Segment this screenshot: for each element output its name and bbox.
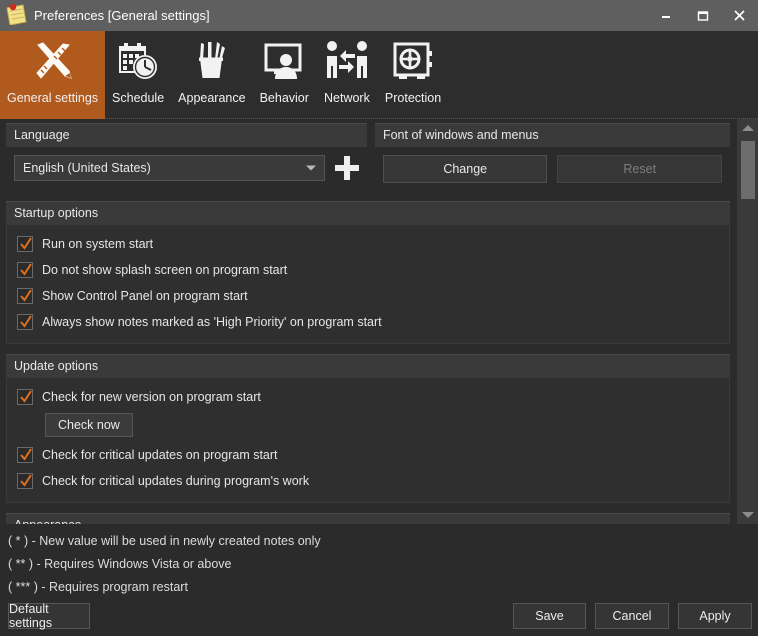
save-button[interactable]: Save bbox=[513, 603, 586, 629]
appearance-section: Appearance Hide notes to tollbar bbox=[0, 513, 736, 524]
language-group: Language English (United States) bbox=[6, 123, 367, 191]
checkbox-label: Check for critical updates on program st… bbox=[42, 448, 278, 462]
tab-label: Network bbox=[324, 91, 370, 105]
tab-label: Protection bbox=[384, 91, 442, 105]
update-options-section: Update options Check for new version on … bbox=[0, 354, 736, 503]
safe-icon bbox=[393, 42, 433, 79]
check-icon bbox=[20, 448, 32, 461]
checkbox-icon bbox=[17, 447, 33, 463]
checkbox-label: Check for new version on program start bbox=[42, 390, 261, 404]
checkbox-no-splash-screen[interactable]: Do not show splash screen on program sta… bbox=[17, 257, 719, 283]
close-button[interactable] bbox=[721, 0, 758, 31]
update-group-body: Check for new version on program start C… bbox=[6, 378, 730, 503]
startup-group-body: Run on system start Do not show splash s… bbox=[6, 225, 730, 344]
scroll-down-button[interactable] bbox=[737, 506, 758, 524]
checkbox-run-on-system-start[interactable]: Run on system start bbox=[17, 231, 719, 257]
update-group-title: Update options bbox=[6, 354, 730, 378]
minimize-icon bbox=[661, 15, 670, 18]
check-now-wrapper: Check now bbox=[45, 410, 719, 442]
startup-group-title: Startup options bbox=[6, 201, 730, 225]
add-language-button[interactable] bbox=[334, 156, 359, 180]
checkbox-critical-updates-during-work[interactable]: Check for critical updates during progra… bbox=[17, 468, 719, 494]
check-now-button[interactable]: Check now bbox=[45, 413, 133, 437]
checkbox-icon bbox=[17, 473, 33, 489]
tab-schedule[interactable]: Schedule bbox=[105, 31, 171, 119]
pen-cup-icon bbox=[198, 42, 225, 78]
checkbox-icon bbox=[17, 288, 33, 304]
checkbox-label: Do not show splash screen on program sta… bbox=[42, 263, 288, 277]
note-icon-glyph bbox=[6, 4, 27, 25]
close-icon bbox=[734, 10, 745, 21]
tab-protection[interactable]: Protection bbox=[378, 31, 448, 119]
checkbox-check-new-version[interactable]: Check for new version on program start bbox=[17, 384, 719, 410]
change-font-button[interactable]: Change bbox=[382, 155, 548, 183]
minimize-button[interactable] bbox=[647, 0, 684, 31]
monitor-person-icon bbox=[264, 43, 302, 79]
legend-note: ( ** ) - Requires Windows Vista or above bbox=[8, 557, 232, 571]
apply-button[interactable]: Apply bbox=[678, 603, 752, 629]
checkbox-icon bbox=[17, 262, 33, 278]
check-icon bbox=[20, 263, 32, 276]
tab-network[interactable]: Network bbox=[316, 31, 378, 119]
cancel-button[interactable]: Cancel bbox=[595, 603, 669, 629]
tab-label: Schedule bbox=[112, 91, 165, 105]
tab-label: Appearance bbox=[178, 91, 246, 105]
legend-note: ( * ) - New value will be used in newly … bbox=[8, 534, 321, 548]
chevron-down-icon bbox=[305, 165, 316, 171]
checkbox-label: Check for critical updates during progra… bbox=[42, 474, 310, 488]
checkbox-label: Run on system start bbox=[42, 237, 154, 251]
window-title: Preferences [General settings] bbox=[34, 8, 210, 23]
language-select-value: English (United States) bbox=[23, 161, 151, 175]
check-icon bbox=[20, 315, 32, 328]
window-controls bbox=[647, 0, 758, 31]
settings-tabbar: General settings Schedule Appearance Beh… bbox=[0, 31, 758, 119]
tab-label: General settings bbox=[7, 91, 99, 105]
default-settings-button[interactable]: Default settings bbox=[8, 602, 90, 630]
tab-label: Behavior bbox=[259, 91, 309, 105]
checkbox-show-control-panel[interactable]: Show Control Panel on program start bbox=[17, 283, 719, 309]
tab-general-settings[interactable]: General settings bbox=[0, 31, 106, 119]
check-icon bbox=[20, 474, 32, 487]
font-group: Font of windows and menus Change Reset bbox=[374, 123, 730, 191]
people-exchange-icon bbox=[326, 41, 367, 78]
maximize-icon bbox=[697, 10, 708, 21]
note-icon bbox=[0, 0, 30, 31]
chevron-down-icon bbox=[742, 512, 754, 518]
title-bar: Preferences [General settings] bbox=[0, 0, 758, 31]
tab-appearance[interactable]: Appearance bbox=[171, 31, 252, 119]
reset-font-button[interactable]: Reset bbox=[557, 155, 722, 183]
settings-pane: Language English (United States) Font of… bbox=[0, 119, 758, 524]
checkbox-icon bbox=[17, 389, 33, 405]
tab-behavior[interactable]: Behavior bbox=[253, 31, 316, 119]
startup-options-section: Startup options Run on system start Do n… bbox=[0, 201, 736, 344]
scrollbar-thumb[interactable] bbox=[741, 141, 755, 199]
check-icon bbox=[20, 289, 32, 302]
checkbox-show-high-priority-notes[interactable]: Always show notes marked as 'High Priori… bbox=[17, 309, 719, 335]
check-icon bbox=[20, 390, 32, 403]
checkbox-label: Always show notes marked as 'High Priori… bbox=[42, 315, 382, 329]
font-group-body: Change Reset bbox=[374, 147, 730, 191]
top-groups-row: Language English (United States) Font of… bbox=[0, 123, 736, 191]
font-group-title: Font of windows and menus bbox=[374, 123, 730, 147]
check-icon bbox=[20, 237, 32, 250]
chevron-up-icon bbox=[742, 125, 754, 131]
dialog-footer: Default settings Save Cancel Apply bbox=[0, 596, 758, 636]
legend-notes: ( * ) - New value will be used in newly … bbox=[0, 524, 758, 596]
checkbox-critical-updates-on-start[interactable]: Check for critical updates on program st… bbox=[17, 442, 719, 468]
appearance-group-title: Appearance bbox=[6, 513, 730, 524]
language-select[interactable]: English (United States) bbox=[14, 155, 325, 181]
pencil-ruler-icon bbox=[35, 42, 72, 79]
checkbox-icon bbox=[17, 236, 33, 252]
scroll-up-button[interactable] bbox=[737, 119, 758, 137]
language-group-body: English (United States) bbox=[6, 147, 367, 189]
checkbox-label: Show Control Panel on program start bbox=[42, 289, 248, 303]
calendar-clock-icon bbox=[119, 43, 158, 79]
settings-scroll-content: Language English (United States) Font of… bbox=[0, 119, 736, 524]
checkbox-icon bbox=[17, 314, 33, 330]
language-group-title: Language bbox=[6, 123, 367, 147]
maximize-button[interactable] bbox=[684, 0, 721, 31]
vertical-scrollbar[interactable] bbox=[736, 119, 758, 524]
